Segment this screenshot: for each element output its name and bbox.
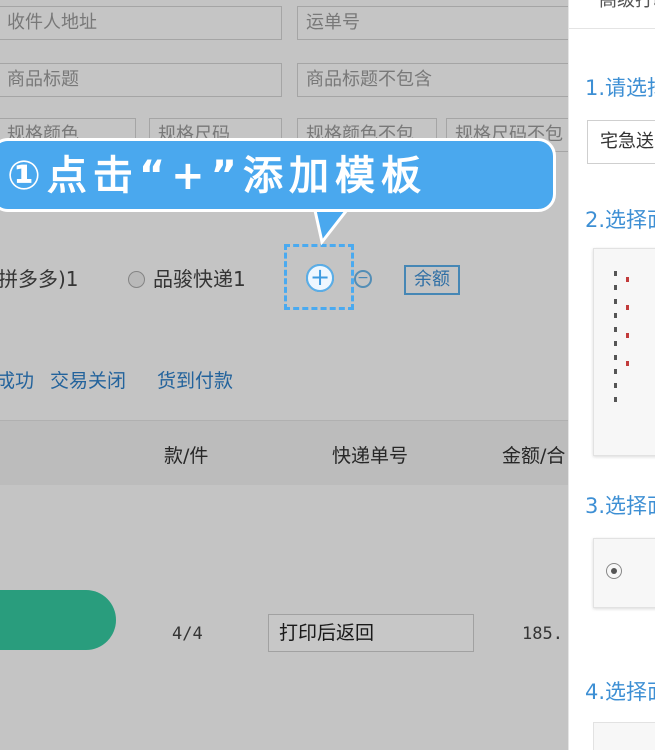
panel-title: 高级打印 [599,0,655,11]
divider [569,28,655,29]
callout-text: ①点击“+”添加模板 [7,153,427,199]
waybill-template-card[interactable] [593,248,655,456]
step-1-title: 1.请选择 [585,76,655,100]
print-settings-panel: 高级打印 1.请选择 宅急送 2.选择面 3.选择面 4.选择面 [568,0,655,750]
express-company-select[interactable]: 宅急送 [587,120,655,164]
step-3-title: 3.选择面 [585,494,655,518]
add-template-icon[interactable]: + [306,264,334,292]
dim-overlay [0,0,568,750]
radio-selected-icon[interactable] [606,563,622,579]
option-card-partial[interactable] [593,722,655,750]
instruction-callout: ①点击“+”添加模板 [0,138,556,212]
order-page: 收件人地址 运单号 商品标题 商品标题不包含 规格颜色 规格尺码 规格颜色不包 … [0,0,568,750]
step-4-title: 4.选择面 [585,680,655,704]
callout-pointer [312,206,352,246]
waybill-preview-icon [606,271,646,421]
step-2-title: 2.选择面 [585,208,655,232]
option-card[interactable] [593,538,655,608]
